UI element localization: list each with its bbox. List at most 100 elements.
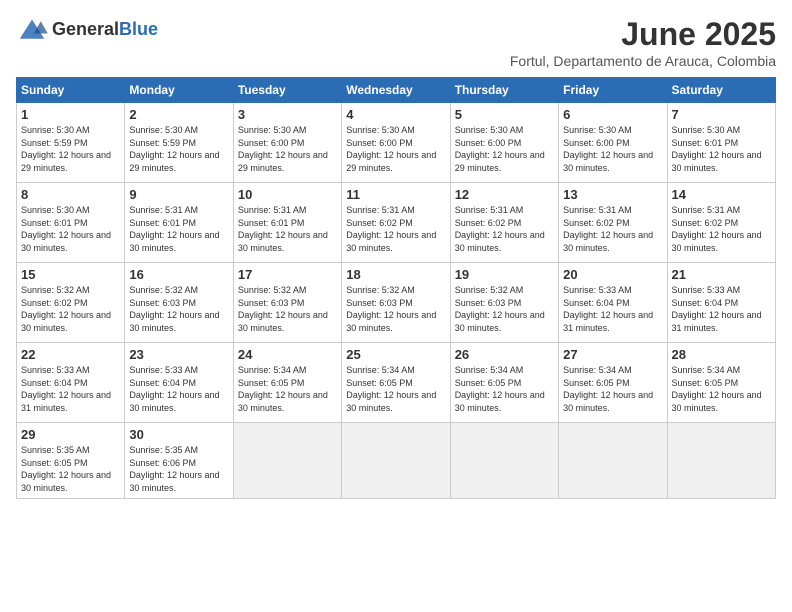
day-info: Sunrise: 5:35 AMSunset: 6:06 PMDaylight:… [129, 444, 228, 494]
calendar-header-row: Sunday Monday Tuesday Wednesday Thursday… [17, 78, 776, 103]
day-number: 27 [563, 347, 662, 362]
day-info: Sunrise: 5:33 AMSunset: 6:04 PMDaylight:… [21, 364, 120, 414]
day-info: Sunrise: 5:34 AMSunset: 6:05 PMDaylight:… [672, 364, 771, 414]
calendar-row: 15 Sunrise: 5:32 AMSunset: 6:02 PMDayligh… [17, 263, 776, 343]
day-cell: 9Sunrise: 5:31 AMSunset: 6:01 PMDaylight… [125, 183, 233, 263]
empty-cell [559, 423, 667, 499]
day-info: Sunrise: 5:31 AMSunset: 6:02 PMDaylight:… [455, 204, 554, 254]
day-info: Sunrise: 5:31 AMSunset: 6:01 PMDaylight:… [129, 204, 228, 254]
logo-icon [16, 16, 48, 44]
day-number: 5 [455, 107, 554, 122]
day-cell: 13 Sunrise: 5:31 AMSunset: 6:02 PMDayligh… [559, 183, 667, 263]
page-header: General Blue June 2025 Fortul, Departame… [16, 16, 776, 69]
day-number: 20 [563, 267, 662, 282]
calendar-row: 29Sunrise: 5:35 AMSunset: 6:05 PMDayligh… [17, 423, 776, 499]
calendar-row: 22Sunrise: 5:33 AMSunset: 6:04 PMDayligh… [17, 343, 776, 423]
day-number: 3 [238, 107, 337, 122]
col-wednesday: Wednesday [342, 78, 450, 103]
calendar-subtitle: Fortul, Departamento de Arauca, Colombia [510, 53, 776, 69]
day-cell: 11 Sunrise: 5:31 AMSunset: 6:02 PMDayligh… [342, 183, 450, 263]
empty-cell [233, 423, 341, 499]
day-cell: 4 Sunrise: 5:30 AMSunset: 6:00 PMDaylight… [342, 103, 450, 183]
day-cell: 1Sunrise: 5:30 AMSunset: 5:59 PMDaylight… [17, 103, 125, 183]
day-info: Sunrise: 5:30 AMSunset: 6:01 PMDaylight:… [672, 124, 771, 174]
day-info: Sunrise: 5:32 AMSunset: 6:02 PMDaylight:… [21, 284, 120, 334]
day-cell: 26Sunrise: 5:34 AMSunset: 6:05 PMDayligh… [450, 343, 558, 423]
day-info: Sunrise: 5:30 AMSunset: 6:00 PMDaylight:… [238, 124, 337, 174]
day-cell: 27 Sunrise: 5:34 AMSunset: 6:05 PMDayligh… [559, 343, 667, 423]
day-number: 12 [455, 187, 554, 202]
day-info: Sunrise: 5:30 AMSunset: 6:00 PMDaylight:… [455, 124, 554, 174]
calendar-title: June 2025 [510, 16, 776, 53]
day-cell: 12 Sunrise: 5:31 AMSunset: 6:02 PMDayligh… [450, 183, 558, 263]
day-cell: 29Sunrise: 5:35 AMSunset: 6:05 PMDayligh… [17, 423, 125, 499]
day-number: 18 [346, 267, 445, 282]
day-info: Sunrise: 5:31 AMSunset: 6:02 PMDaylight:… [563, 204, 662, 254]
col-thursday: Thursday [450, 78, 558, 103]
day-number: 17 [238, 267, 337, 282]
day-cell: 2 Sunrise: 5:30 AMSunset: 5:59 PMDaylight… [125, 103, 233, 183]
day-info: Sunrise: 5:34 AMSunset: 6:05 PMDaylight:… [346, 364, 445, 414]
day-cell: 24 Sunrise: 5:34 AMSunset: 6:05 PMDayligh… [233, 343, 341, 423]
day-info: Sunrise: 5:30 AMSunset: 6:00 PMDaylight:… [563, 124, 662, 174]
day-number: 7 [672, 107, 771, 122]
day-number: 19 [455, 267, 554, 282]
day-cell: 16Sunrise: 5:32 AMSunset: 6:03 PMDayligh… [125, 263, 233, 343]
day-number: 13 [563, 187, 662, 202]
day-info: Sunrise: 5:31 AMSunset: 6:02 PMDaylight:… [346, 204, 445, 254]
day-cell: 10 Sunrise: 5:31 AMSunset: 6:01 PMDayligh… [233, 183, 341, 263]
day-info: Sunrise: 5:32 AMSunset: 6:03 PMDaylight:… [346, 284, 445, 334]
day-info: Sunrise: 5:32 AMSunset: 6:03 PMDaylight:… [129, 284, 228, 334]
day-number: 30 [129, 427, 228, 442]
day-cell: 17 Sunrise: 5:32 AMSunset: 6:03 PMDayligh… [233, 263, 341, 343]
day-info: Sunrise: 5:32 AMSunset: 6:03 PMDaylight:… [455, 284, 554, 334]
day-number: 10 [238, 187, 337, 202]
day-number: 28 [672, 347, 771, 362]
day-info: Sunrise: 5:31 AMSunset: 6:01 PMDaylight:… [238, 204, 337, 254]
day-info: Sunrise: 5:30 AMSunset: 6:01 PMDaylight:… [21, 204, 120, 254]
logo-blue-text: Blue [119, 20, 158, 40]
day-info: Sunrise: 5:30 AMSunset: 6:00 PMDaylight:… [346, 124, 445, 174]
day-cell: 7 Sunrise: 5:30 AMSunset: 6:01 PMDaylight… [667, 103, 775, 183]
day-number: 4 [346, 107, 445, 122]
day-cell: 23 Sunrise: 5:33 AMSunset: 6:04 PMDayligh… [125, 343, 233, 423]
day-cell: 18 Sunrise: 5:32 AMSunset: 6:03 PMDayligh… [342, 263, 450, 343]
day-number: 11 [346, 187, 445, 202]
day-info: Sunrise: 5:30 AMSunset: 5:59 PMDaylight:… [21, 124, 120, 174]
day-info: Sunrise: 5:34 AMSunset: 6:05 PMDaylight:… [455, 364, 554, 414]
calendar-table: Sunday Monday Tuesday Wednesday Thursday… [16, 77, 776, 499]
day-number: 23 [129, 347, 228, 362]
day-info: Sunrise: 5:30 AMSunset: 5:59 PMDaylight:… [129, 124, 228, 174]
day-info: Sunrise: 5:33 AMSunset: 6:04 PMDaylight:… [563, 284, 662, 334]
day-cell: 21Sunrise: 5:33 AMSunset: 6:04 PMDayligh… [667, 263, 775, 343]
day-cell: 15 Sunrise: 5:32 AMSunset: 6:02 PMDayligh… [17, 263, 125, 343]
day-cell: 25 Sunrise: 5:34 AMSunset: 6:05 PMDayligh… [342, 343, 450, 423]
day-info: Sunrise: 5:34 AMSunset: 6:05 PMDaylight:… [563, 364, 662, 414]
day-number: 6 [563, 107, 662, 122]
day-cell: 14Sunrise: 5:31 AMSunset: 6:02 PMDayligh… [667, 183, 775, 263]
day-number: 21 [672, 267, 771, 282]
day-number: 15 [21, 267, 120, 282]
col-sunday: Sunday [17, 78, 125, 103]
col-friday: Friday [559, 78, 667, 103]
col-saturday: Saturday [667, 78, 775, 103]
col-monday: Monday [125, 78, 233, 103]
empty-cell [342, 423, 450, 499]
day-number: 24 [238, 347, 337, 362]
day-info: Sunrise: 5:34 AMSunset: 6:05 PMDaylight:… [238, 364, 337, 414]
logo-general-text: General [52, 20, 119, 40]
empty-cell [667, 423, 775, 499]
title-area: June 2025 Fortul, Departamento de Arauca… [510, 16, 776, 69]
day-number: 25 [346, 347, 445, 362]
empty-cell [450, 423, 558, 499]
day-cell: 6 Sunrise: 5:30 AMSunset: 6:00 PMDaylight… [559, 103, 667, 183]
day-info: Sunrise: 5:32 AMSunset: 6:03 PMDaylight:… [238, 284, 337, 334]
day-info: Sunrise: 5:31 AMSunset: 6:02 PMDaylight:… [672, 204, 771, 254]
day-info: Sunrise: 5:33 AMSunset: 6:04 PMDaylight:… [129, 364, 228, 414]
day-cell: 30 Sunrise: 5:35 AMSunset: 6:06 PMDayligh… [125, 423, 233, 499]
day-cell: 5 Sunrise: 5:30 AMSunset: 6:00 PMDaylight… [450, 103, 558, 183]
day-info: Sunrise: 5:35 AMSunset: 6:05 PMDaylight:… [21, 444, 120, 494]
calendar-row: 8Sunrise: 5:30 AMSunset: 6:01 PMDaylight… [17, 183, 776, 263]
day-cell: 3 Sunrise: 5:30 AMSunset: 6:00 PMDaylight… [233, 103, 341, 183]
day-number: 2 [129, 107, 228, 122]
